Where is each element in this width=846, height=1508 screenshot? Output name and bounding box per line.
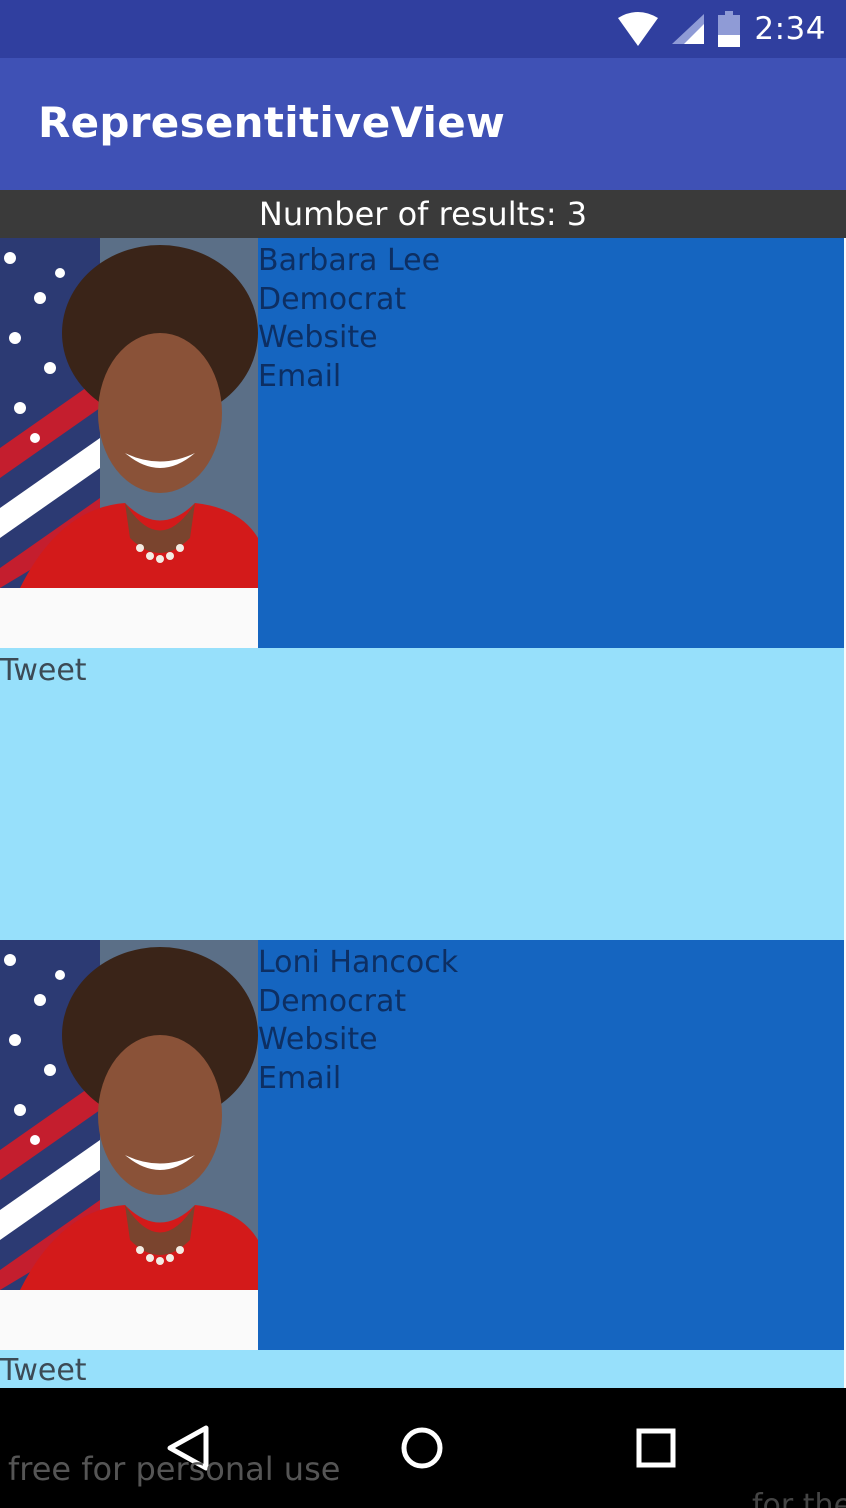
email-link[interactable]: Email <box>258 358 844 397</box>
tweet-label: Tweet <box>0 653 87 688</box>
wifi-icon <box>618 12 659 46</box>
home-button[interactable] <box>362 1388 482 1508</box>
photo-cell <box>0 238 258 648</box>
app-bar: RepresentitiveView <box>0 58 846 190</box>
representative-photo[interactable] <box>0 238 258 588</box>
representative-party: Democrat <box>258 983 407 1019</box>
recents-button[interactable] <box>596 1388 716 1508</box>
watermark-text: free for personal use <box>8 1450 341 1488</box>
status-icons: 2:34 <box>618 0 826 58</box>
battery-icon <box>718 11 741 47</box>
tweet-label: Tweet <box>0 1353 87 1388</box>
recents-icon <box>636 1428 676 1468</box>
navigation-bar <box>0 1388 846 1508</box>
tweet-area: Tweet <box>0 648 844 940</box>
email-link[interactable]: Email <box>258 1060 844 1099</box>
home-icon <box>401 1427 443 1469</box>
representative-card[interactable]: Loni Hancock Democrat Website Email <box>0 940 844 1350</box>
tweet-area: Tweet <box>0 1350 844 1388</box>
screen: 2:34 RepresentitiveView Number of result… <box>0 0 846 1508</box>
representative-details: Loni Hancock Democrat Website Email <box>258 940 844 1350</box>
back-button[interactable] <box>128 1388 248 1508</box>
app-title: RepresentitiveView <box>38 98 506 147</box>
representative-photo[interactable] <box>0 940 258 1290</box>
photo-cell <box>0 940 258 1350</box>
representative-details: Barbara Lee Democrat Website Email <box>258 238 844 648</box>
watermark-text-right: for the <box>752 1488 846 1508</box>
website-link[interactable]: Website <box>258 319 844 358</box>
results-count: Number of results: 3 <box>0 190 846 238</box>
website-link[interactable]: Website <box>258 1021 844 1060</box>
signal-icon <box>672 14 705 44</box>
representative-name: Loni Hancock <box>258 945 459 980</box>
representative-card[interactable]: Barbara Lee Democrat Website Email <box>0 238 844 648</box>
representative-name: Barbara Lee <box>258 243 441 278</box>
representative-party: Democrat <box>258 281 407 317</box>
status-bar: 2:34 <box>0 0 846 58</box>
status-time: 2:34 <box>754 11 826 47</box>
